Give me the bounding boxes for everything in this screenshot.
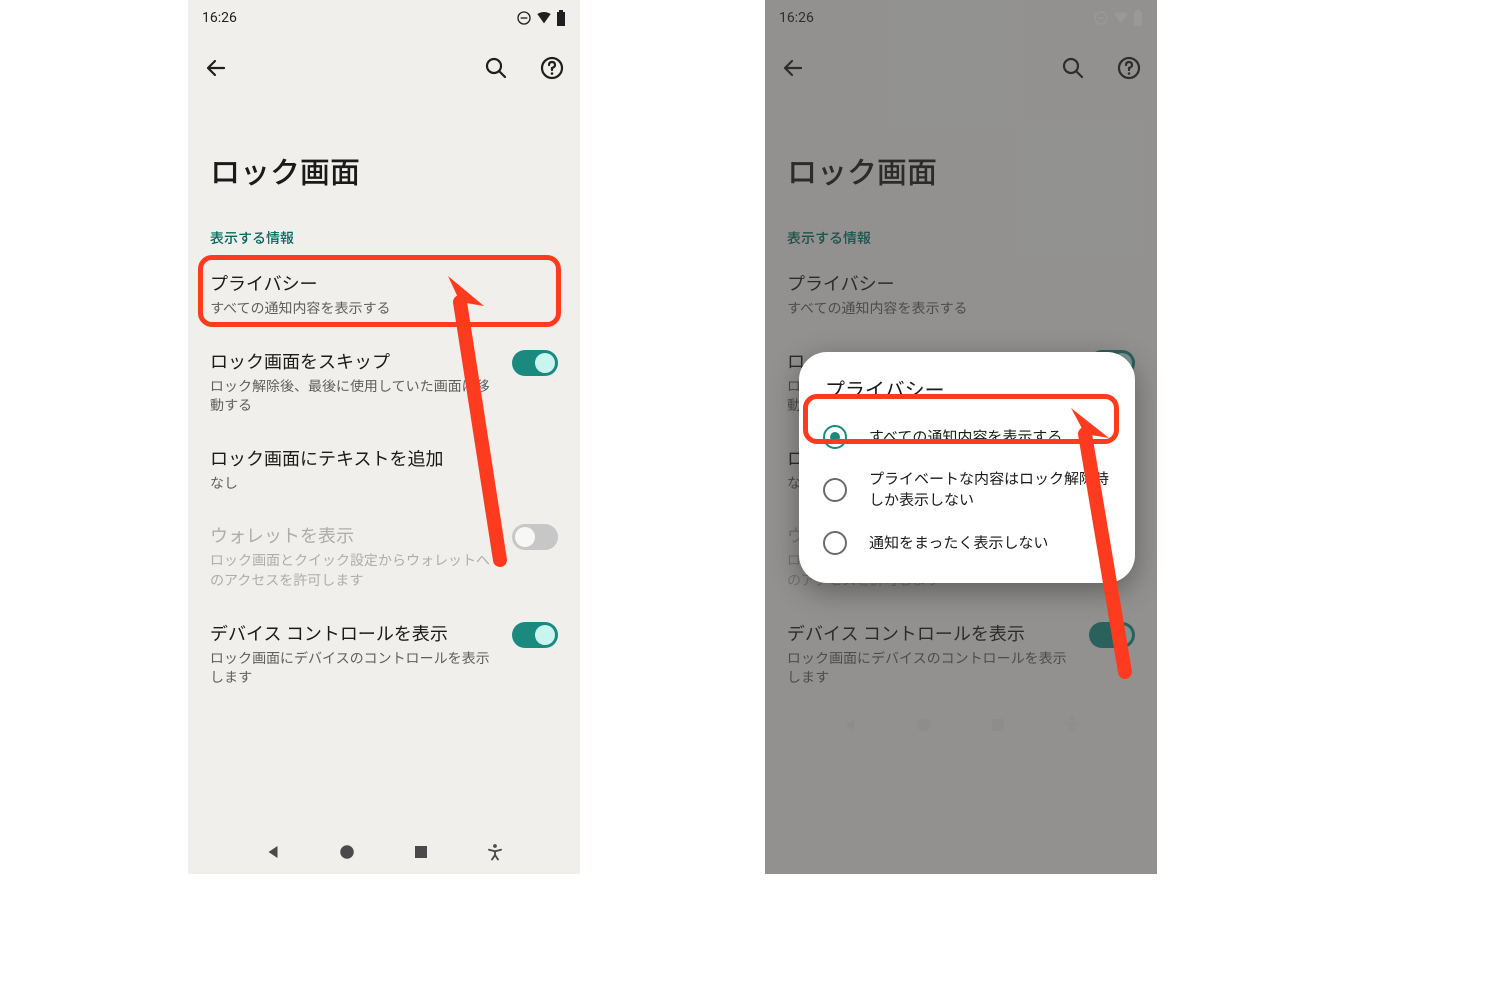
status-time: 16:26 bbox=[202, 10, 237, 26]
setting-skip[interactable]: ロック画面をスキップ ロック解除後、最後に使用していた画面に移動する bbox=[188, 334, 580, 431]
status-icons bbox=[516, 10, 566, 26]
toolbar bbox=[188, 36, 580, 100]
page-title: ロック画面 bbox=[188, 100, 580, 212]
dialog-title: プライバシー bbox=[815, 374, 1119, 415]
nav-back-icon[interactable] bbox=[264, 843, 282, 861]
switch-wallet bbox=[512, 524, 558, 550]
help-icon bbox=[540, 56, 564, 80]
status-bar: 16:26 bbox=[188, 0, 580, 36]
battery-icon bbox=[556, 10, 566, 26]
setting-wallet: ウォレットを表示 ロック画面とクイック設定からウォレットへのアクセスを許可します bbox=[188, 508, 580, 605]
setting-text[interactable]: ロック画面にテキストを追加 なし bbox=[188, 431, 580, 509]
nav-accessibility-icon[interactable] bbox=[486, 843, 504, 861]
radio-label: すべての通知内容を表示する bbox=[869, 427, 1062, 448]
nav-recent-icon[interactable] bbox=[412, 843, 430, 861]
setting-privacy[interactable]: プライバシー すべての通知内容を表示する bbox=[188, 256, 580, 334]
privacy-dialog: プライバシー すべての通知内容を表示する プライベートな内容はロック解除時しか表… bbox=[799, 352, 1135, 583]
setting-privacy-sub: すべての通知内容を表示する bbox=[210, 300, 546, 320]
nav-home-icon[interactable] bbox=[338, 843, 356, 861]
phone-screenshot-left: 16:26 ロック画面 表示する情報 プライバシー すべての通知内容を表示する … bbox=[188, 0, 580, 874]
radio-label: プライベートな内容はロック解除時しか表示しない bbox=[869, 469, 1111, 511]
back-button[interactable] bbox=[202, 54, 230, 82]
radio-icon bbox=[823, 425, 847, 449]
radio-option-hide-all[interactable]: 通知をまったく表示しない bbox=[815, 521, 1119, 565]
setting-wallet-title: ウォレットを表示 bbox=[210, 522, 500, 548]
switch-skip[interactable] bbox=[512, 350, 558, 376]
phone-screenshot-right: 16:26 ロック画面 表示する情報 プライバシー すべての通知内容を表示する … bbox=[765, 0, 1157, 874]
setting-device[interactable]: デバイス コントロールを表示 ロック画面にデバイスのコントロールを表示します bbox=[188, 606, 580, 703]
setting-device-title: デバイス コントロールを表示 bbox=[210, 620, 500, 646]
setting-text-sub: なし bbox=[210, 475, 546, 495]
search-icon bbox=[484, 56, 508, 80]
radio-label: 通知をまったく表示しない bbox=[869, 533, 1048, 554]
back-arrow-icon bbox=[204, 56, 228, 80]
nav-bar bbox=[188, 830, 580, 874]
setting-skip-title: ロック画面をスキップ bbox=[210, 348, 500, 374]
wifi-icon bbox=[536, 10, 552, 26]
radio-icon bbox=[823, 478, 847, 502]
setting-wallet-sub: ロック画面とクイック設定からウォレットへのアクセスを許可します bbox=[210, 552, 500, 591]
search-button[interactable] bbox=[482, 54, 510, 82]
switch-device[interactable] bbox=[512, 622, 558, 648]
radio-option-show-all[interactable]: すべての通知内容を表示する bbox=[815, 415, 1119, 459]
dnd-icon bbox=[516, 10, 532, 26]
radio-icon bbox=[823, 531, 847, 555]
help-button[interactable] bbox=[538, 54, 566, 82]
setting-text-title: ロック画面にテキストを追加 bbox=[210, 445, 546, 471]
section-header: 表示する情報 bbox=[188, 212, 580, 256]
setting-privacy-title: プライバシー bbox=[210, 270, 546, 296]
radio-option-hide-sensitive[interactable]: プライベートな内容はロック解除時しか表示しない bbox=[815, 459, 1119, 521]
setting-device-sub: ロック画面にデバイスのコントロールを表示します bbox=[210, 650, 500, 689]
setting-skip-sub: ロック解除後、最後に使用していた画面に移動する bbox=[210, 378, 500, 417]
